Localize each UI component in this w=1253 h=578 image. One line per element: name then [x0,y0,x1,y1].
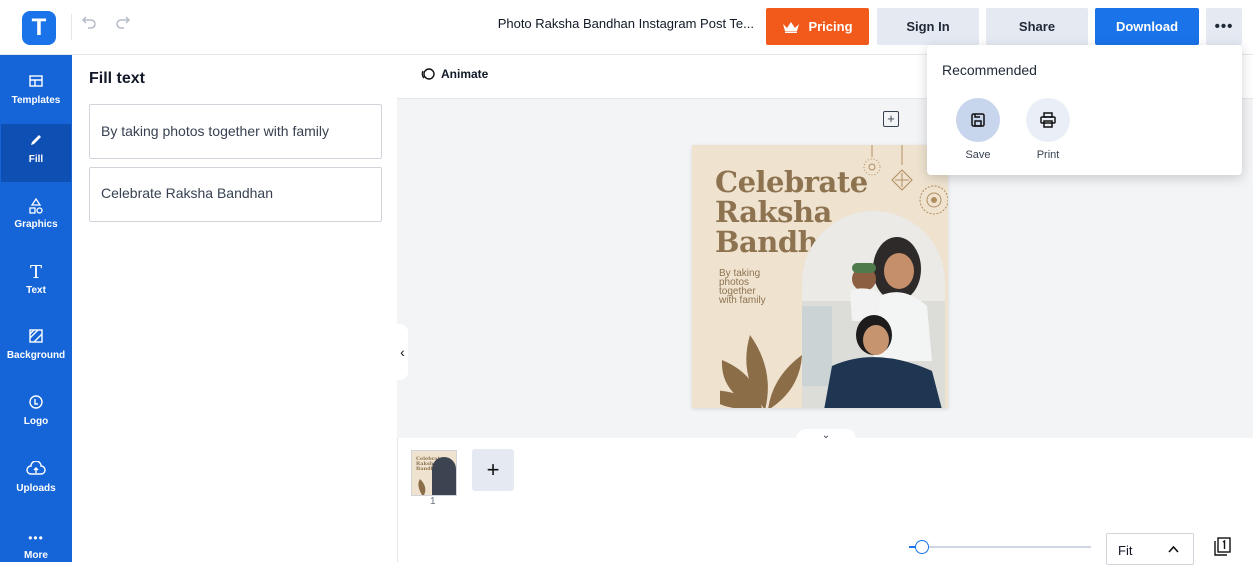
design-poster[interactable]: Celebrate Raksha Bandhan By taking photo… [692,145,948,408]
print-button[interactable]: Print [1026,98,1070,161]
save-icon [956,98,1000,142]
sidebar: Templates Fill Graphics T Text Backgroun… [0,55,72,562]
poster-headline-line: Celebrate [715,165,868,199]
fill-text-field-2[interactable]: Celebrate Raksha Bandhan [89,167,382,222]
app-logo[interactable]: T [22,11,56,45]
share-button[interactable]: Share [986,8,1088,45]
upload-cloud-icon [26,460,46,481]
sidebar-item-text[interactable]: T Text [0,255,72,313]
crown-icon [783,21,800,33]
templates-icon [26,73,46,93]
sidebar-item-label: More [24,550,48,561]
fill-text-field-1[interactable]: By taking photos together with family [89,104,382,159]
print-label: Print [1036,149,1060,161]
toolbar-divider [71,14,72,40]
more-options-button[interactable]: ••• [1206,8,1242,45]
text-icon: T [29,262,42,283]
print-icon [1026,98,1070,142]
background-icon [26,328,46,348]
chevron-up-icon [1168,542,1179,556]
animate-icon [421,68,435,80]
animate-label: Animate [441,67,489,81]
document-title[interactable]: Photo Raksha Bandhan Instagram Post Te..… [464,16,754,31]
sidebar-item-uploads[interactable]: Uploads [0,453,72,511]
panel-title: Fill text [89,70,146,87]
sidebar-item-more[interactable]: ••• More [0,520,72,578]
sidebar-item-graphics[interactable]: Graphics [0,189,72,247]
save-button[interactable]: Save [956,98,1000,161]
undo-icon[interactable] [78,13,100,37]
logo-icon [26,394,46,414]
pricing-label: Pricing [808,19,853,34]
pages-overview-icon[interactable] [1213,537,1231,557]
sidebar-item-label: Background [6,350,66,361]
sidebar-item-label: Text [26,285,46,296]
sign-in-button[interactable]: Sign In [877,8,979,45]
shapes-icon [26,197,46,217]
poster-subtext-line: with family [719,295,766,306]
page-number: 1 [430,496,436,507]
fill-text-panel: Fill text By taking photos together with… [72,55,398,562]
more-dots-icon: ••• [28,531,44,545]
save-label: Save [965,149,991,161]
zoom-slider[interactable] [909,546,1091,548]
zoom-select[interactable]: Fit [1106,533,1194,565]
poster-subtext: By taking photos together with family [719,269,779,306]
add-page-button[interactable]: + [472,449,514,491]
zoom-slider-handle[interactable] [915,540,929,554]
sidebar-item-templates[interactable]: Templates [0,65,72,123]
pencil-icon [26,132,46,152]
recommended-dropdown: Recommended Save Print [927,45,1242,175]
family-photo [802,211,945,408]
sidebar-item-label: Templates [11,95,61,106]
zoom-select-value: Fit [1118,543,1133,558]
sidebar-item-label: Uploads [16,483,56,494]
redo-icon[interactable] [112,13,134,37]
expand-pages-tab[interactable]: ⌄ [796,429,856,443]
animate-button[interactable]: Animate [421,67,488,81]
leaf-decoration [720,335,802,408]
sidebar-item-fill[interactable]: Fill [1,124,71,182]
sidebar-item-logo[interactable]: Logo [0,386,72,444]
sidebar-item-background[interactable]: Background [0,320,72,378]
pricing-button[interactable]: Pricing [766,8,869,45]
sidebar-item-label: Logo [23,416,49,427]
collapse-panel-handle[interactable]: ‹ [397,324,408,380]
page-thumbnail[interactable]: Celebrate Raksha Bandhan [411,450,457,496]
sidebar-item-label: Fill [28,154,44,165]
sidebar-item-label: Graphics [14,219,58,230]
dropdown-title: Recommended [942,62,1037,78]
add-page-icon[interactable]: + [883,111,899,127]
download-button[interactable]: Download [1095,8,1199,45]
